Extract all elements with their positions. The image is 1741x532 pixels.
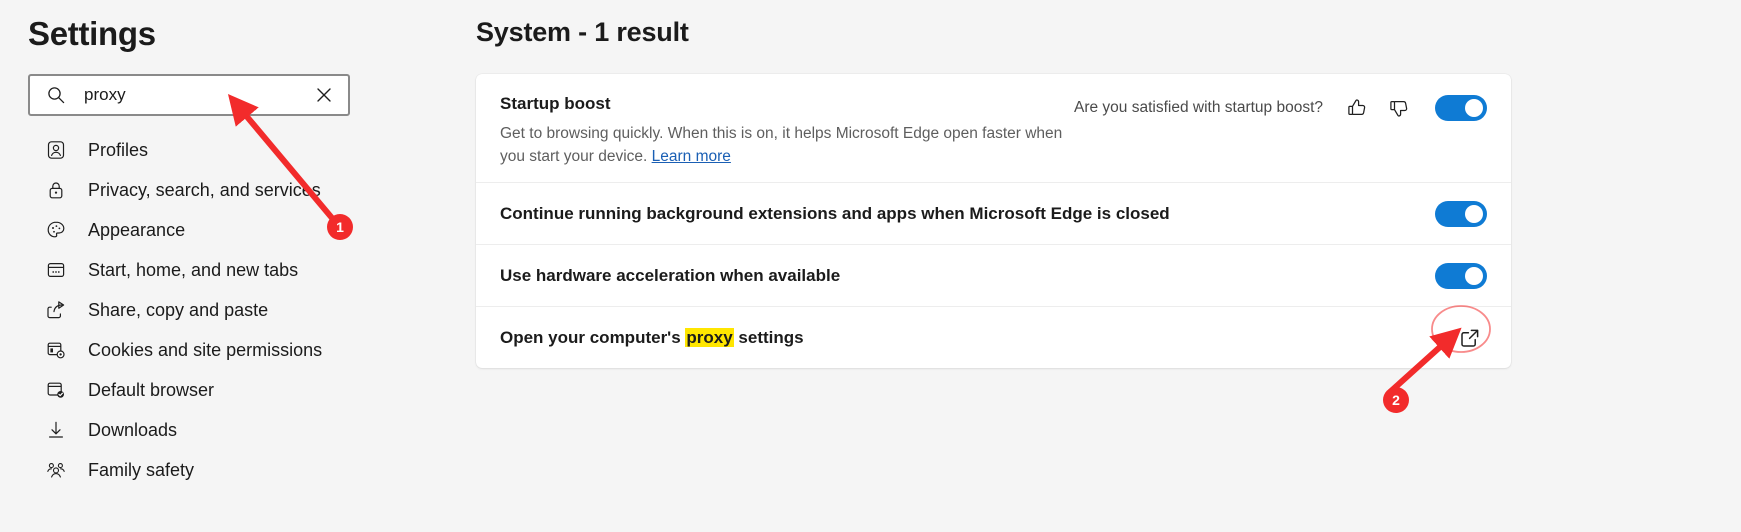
setting-row-text-block: Open your computer's proxy settings (500, 326, 1443, 350)
setting-row-startup-boost: Startup boost Get to browsing quickly. W… (476, 74, 1511, 182)
sidebar-item-label: Share, copy and paste (88, 299, 269, 320)
toggle-background-extensions[interactable] (1435, 200, 1487, 227)
learn-more-link[interactable]: Learn more (652, 148, 731, 165)
external-link-icon[interactable] (1453, 321, 1487, 355)
search-term-highlight: proxy (685, 327, 734, 347)
setting-row-background-extensions: Continue running background extensions a… (476, 182, 1511, 244)
lock-icon (44, 178, 68, 202)
setting-row-controls (1425, 200, 1487, 227)
sidebar-item-profiles[interactable]: Profiles (0, 130, 420, 170)
sidebar-item-label: Default browser (88, 379, 215, 400)
sidebar-item-appearance[interactable]: Appearance (0, 210, 420, 250)
sidebar-item-label: Appearance (88, 219, 186, 240)
setting-row-hardware-acceleration: Use hardware acceleration when available (476, 244, 1511, 306)
setting-row-proxy-settings[interactable]: Open your computer's proxy settings (476, 306, 1511, 368)
download-arrow-icon (44, 418, 68, 442)
search-input[interactable] (84, 82, 284, 108)
sidebar-item-privacy-search-services[interactable]: Privacy, search, and services (0, 170, 420, 210)
share-icon (44, 298, 68, 322)
feedback-question: Are you satisfied with startup boost? (1074, 99, 1323, 116)
setting-description-text: Get to browsing quickly. When this is on… (500, 125, 1063, 165)
search-settings-box[interactable] (28, 74, 350, 116)
setting-title: Startup boost (500, 94, 611, 113)
sidebar-item-cookies-site-permissions[interactable]: Cookies and site permissions (0, 330, 420, 370)
setting-title: Open your computer's proxy settings (500, 326, 1443, 350)
setting-row-controls (1425, 262, 1487, 289)
sidebar-item-family-safety[interactable]: Family safety (0, 450, 420, 490)
toggle-knob (1465, 266, 1483, 285)
browser-window-icon (44, 258, 68, 282)
toggle-knob (1465, 204, 1483, 223)
search-icon (46, 85, 66, 105)
setting-title: Use hardware acceleration when available (500, 265, 841, 285)
sidebar-item-share-copy-paste[interactable]: Share, copy and paste (0, 290, 420, 330)
setting-row-text-block: Startup boost Get to browsing quickly. W… (500, 92, 1074, 168)
toggle-knob (1465, 99, 1483, 117)
settings-main-panel: System - 1 result Startup boost Get to b… (420, 0, 1741, 532)
setting-row-controls: Are you satisfied with startup boost? (1074, 92, 1487, 124)
profile-icon (44, 138, 68, 162)
thumbs-up-icon[interactable] (1341, 92, 1373, 124)
thumbs-down-icon[interactable] (1383, 92, 1415, 124)
setting-title-suffix: settings (733, 327, 804, 347)
results-heading: System - 1 result (476, 17, 689, 47)
sidebar-item-start-home-new-tabs[interactable]: Start, home, and new tabs (0, 250, 420, 290)
toggle-hardware-acceleration[interactable] (1435, 262, 1487, 289)
setting-title: Continue running background extensions a… (500, 203, 1170, 223)
sidebar-item-label: Privacy, search, and services (88, 179, 321, 200)
sidebar-item-label: Start, home, and new tabs (88, 259, 299, 280)
page-title: Settings (28, 15, 156, 52)
palette-icon (44, 218, 68, 242)
people-icon (44, 458, 68, 482)
sidebar-item-label: Profiles (88, 139, 149, 160)
sidebar-item-label: Cookies and site permissions (88, 339, 323, 360)
settings-nav-list: Profiles Privacy, search, and services A… (0, 130, 420, 490)
setting-row-controls (1443, 321, 1487, 355)
toggle-startup-boost[interactable] (1435, 95, 1487, 121)
close-icon[interactable] (312, 83, 336, 107)
annotation-badge-2: 2 (1383, 387, 1409, 413)
settings-sidebar: Settings proxy Profiles Privacy, search,… (0, 0, 430, 532)
setting-title-prefix: Open your computer's (500, 327, 686, 347)
sidebar-item-label: Downloads (88, 419, 178, 440)
setting-row-text-block: Continue running background extensions a… (500, 202, 1425, 226)
cookies-gear-icon (44, 338, 68, 362)
browser-check-icon (44, 378, 68, 402)
settings-app: Settings proxy Profiles Privacy, search,… (0, 0, 1741, 532)
system-settings-card: Startup boost Get to browsing quickly. W… (476, 74, 1511, 368)
sidebar-item-label: Family safety (88, 459, 195, 480)
annotation-badge-1: 1 (327, 214, 353, 240)
sidebar-item-downloads[interactable]: Downloads (0, 410, 420, 450)
setting-row-text-block: Use hardware acceleration when available (500, 264, 1425, 288)
setting-description: Get to browsing quickly. When this is on… (500, 122, 1074, 168)
sidebar-item-default-browser[interactable]: Default browser (0, 370, 420, 410)
